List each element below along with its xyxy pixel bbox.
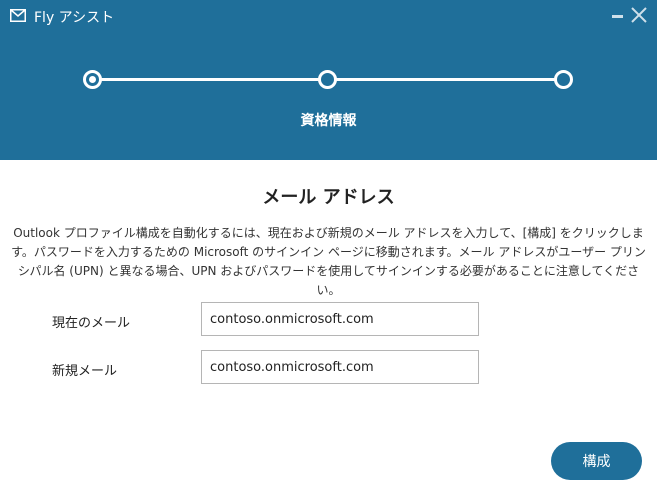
header-banner: Fly アシスト 資格情報 (0, 0, 657, 160)
configure-button[interactable]: 構成 (551, 442, 642, 480)
minimize-button[interactable] (610, 6, 626, 24)
window-title: Fly アシスト (34, 10, 115, 26)
close-button[interactable] (630, 6, 648, 24)
current-email-input[interactable] (201, 302, 479, 336)
step-1-current (83, 70, 102, 89)
progress-stepper (80, 67, 580, 93)
title-bar: Fly アシスト (0, 0, 657, 32)
section-title: メール アドレス (262, 187, 395, 208)
current-step-label: 資格情報 (300, 113, 357, 129)
step-3 (554, 70, 573, 89)
new-email-input[interactable] (201, 350, 479, 384)
step-2 (318, 70, 337, 89)
current-email-label: 現在のメール (52, 316, 131, 331)
instructions-text: Outlook プロファイル構成を自動化するには、現在および新規のメール アドレ… (11, 226, 646, 297)
mail-envelope-icon (10, 9, 26, 22)
close-icon (631, 7, 647, 23)
new-email-label: 新規メール (52, 364, 118, 379)
